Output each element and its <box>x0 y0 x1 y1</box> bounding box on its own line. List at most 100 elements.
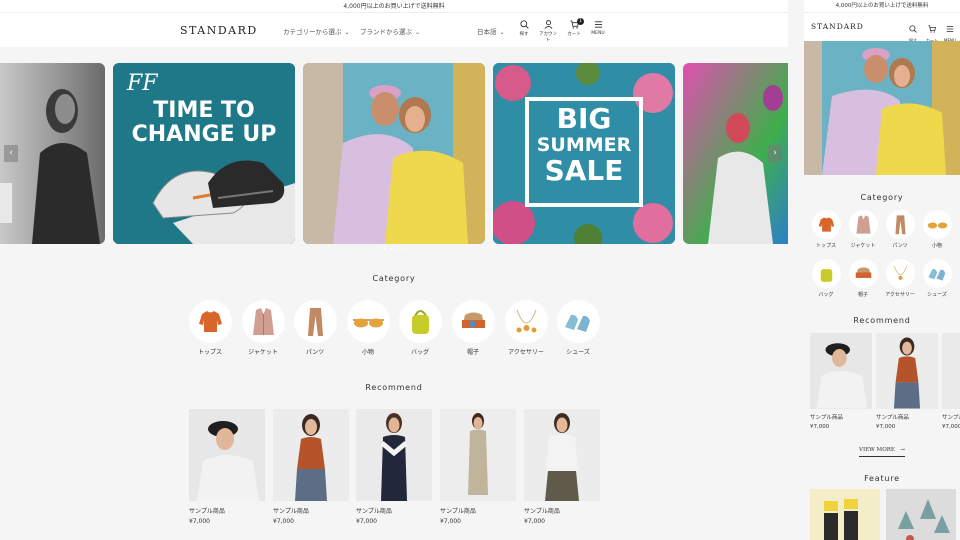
product-name: サンプル商品 <box>356 508 392 515</box>
language-selector[interactable]: 日本語 ⌄ <box>477 26 505 36</box>
account-label: アカウント <box>539 32 557 43</box>
sneakers-line2: CHANGE UP <box>131 122 277 147</box>
mobile-category-item-accessory[interactable]: アクセサリー <box>885 259 915 298</box>
mobile-hero-slide-couple[interactable] <box>804 41 960 175</box>
product-name: サンプル商品 <box>524 508 560 515</box>
mobile-category-item-jacket[interactable]: ジャケット <box>848 210 878 249</box>
product-card[interactable]: サンプル商品 ¥7,000 <box>356 409 432 525</box>
hamburger-icon <box>594 21 602 28</box>
category-item-hat[interactable]: 帽子 <box>451 300 495 356</box>
product-price: ¥7,000 <box>273 518 294 525</box>
hat-icon <box>451 300 495 343</box>
cart-icon <box>928 25 936 33</box>
nav-category-dropdown[interactable]: カテゴリーから選ぶ ⌄ <box>283 26 350 36</box>
mobile-category-item-tops[interactable]: トップス <box>811 210 841 249</box>
category-label: ジャケット <box>248 349 278 356</box>
feature-card[interactable] <box>810 489 880 540</box>
product-price: ¥7,000 <box>810 424 830 430</box>
tops-icon <box>188 300 232 343</box>
recommend-title: Recommend <box>365 383 423 392</box>
product-image <box>876 333 938 409</box>
feature-card[interactable] <box>886 489 956 540</box>
feature-image <box>898 499 950 540</box>
mobile-header: STANDARD 探す カート MENU <box>804 13 960 43</box>
nav-brand-dropdown[interactable]: ブランドから選ぶ ⌄ <box>360 26 420 36</box>
product-name: サンプル商品 <box>189 508 225 515</box>
product-price: ¥7,000 <box>942 424 960 430</box>
category-label: パンツ <box>305 349 325 356</box>
product-card[interactable]: サンプル商品 ¥7,000 <box>189 409 265 525</box>
category-item-jacket[interactable]: ジャケット <box>241 300 285 356</box>
slider-next-button[interactable]: › <box>768 145 782 162</box>
category-label: バッグ <box>410 349 429 356</box>
category-label: パンツ <box>892 243 908 249</box>
category-label: 帽子 <box>466 349 479 356</box>
mobile-category-item-hat[interactable]: 帽子 <box>848 259 878 298</box>
category-item-pants[interactable]: パンツ <box>293 300 337 356</box>
product-image <box>524 409 600 501</box>
category-label: 小物 <box>931 243 942 249</box>
sale-line1: BIG <box>556 102 612 135</box>
mobile-category-item-accessories-small[interactable]: 小物 <box>922 210 952 249</box>
hero-slider: FF TIME TO CHANGE UP BIG SUMMER SALE <box>0 63 788 244</box>
shoes-icon <box>922 259 952 288</box>
nav-category-label: カテゴリーから選ぶ <box>283 28 342 36</box>
menu-label: MENU <box>591 31 605 36</box>
desktop-view: 4,000円以上のお買い上げで送料無料 STANDARD カテゴリーから選ぶ ⌄ … <box>0 0 788 540</box>
slider-dot[interactable] <box>390 247 393 250</box>
product-price: ¥7,000 <box>876 424 896 430</box>
mobile-category-item-bag[interactable]: バッグ <box>811 259 841 298</box>
cart-count-badge: 1 <box>577 18 584 25</box>
slider-dot[interactable] <box>404 247 407 250</box>
category-item-accessory[interactable]: アクセサリー <box>504 300 548 356</box>
mobile-product-card[interactable]: サンプル商品 ¥7,000 <box>876 333 938 430</box>
account-button[interactable]: アカウント <box>537 20 559 43</box>
product-card[interactable]: サンプル商品 ¥7,000 <box>273 409 349 525</box>
cart-button[interactable]: 1 カート <box>563 18 585 37</box>
mobile-category-item-pants[interactable]: パンツ <box>885 210 915 249</box>
hero-slide-sneakers[interactable]: FF TIME TO CHANGE UP <box>113 63 295 244</box>
sneakers-headline: TIME TO CHANGE UP <box>113 99 295 147</box>
category-label: アクセサリー <box>508 349 544 356</box>
mobile-product-card[interactable]: サンプル商品 ¥7,000 <box>942 333 960 430</box>
view-more-link[interactable]: VIEW MORE → <box>859 447 905 457</box>
jacket-icon <box>848 210 878 239</box>
search-button[interactable]: 探す <box>513 20 535 37</box>
product-price: ¥7,000 <box>440 518 461 525</box>
slider-dot[interactable] <box>397 247 400 250</box>
hero-slide-summer-sale[interactable]: BIG SUMMER SALE <box>493 63 675 244</box>
mobile-site-logo[interactable]: STANDARD <box>811 22 864 31</box>
product-card[interactable]: サンプル商品 ¥7,000 <box>440 409 516 525</box>
category-label: シューズ <box>566 349 590 356</box>
language-label: 日本語 <box>477 28 497 36</box>
mobile-menu-button[interactable]: MENU <box>942 18 958 43</box>
announcement-bar: 4,000円以上のお買い上げで送料無料 <box>0 0 788 13</box>
pants-icon <box>885 210 915 239</box>
sunglasses-icon <box>922 210 952 239</box>
product-image <box>942 333 960 409</box>
category-item-tops[interactable]: トップス <box>188 300 232 356</box>
product-name: サンプル商品 <box>810 415 843 421</box>
site-logo[interactable]: STANDARD <box>180 24 258 37</box>
hero-slide-couple[interactable] <box>303 63 485 244</box>
mobile-product-card[interactable]: サンプル商品 ¥7,000 <box>810 333 872 430</box>
slider-dots <box>383 235 411 254</box>
user-icon <box>544 20 552 29</box>
pants-icon <box>293 300 337 343</box>
couple-image <box>303 63 485 244</box>
category-item-accessories-small[interactable]: 小物 <box>346 300 390 356</box>
product-name: サンプル商品 <box>273 508 309 515</box>
category-label: 帽子 <box>857 292 868 298</box>
product-card[interactable]: サンプル商品 ¥7,000 <box>524 409 600 525</box>
slider-dot[interactable] <box>383 247 386 250</box>
category-item-shoes[interactable]: シューズ <box>556 300 600 356</box>
chevron-down-icon: ⌄ <box>415 29 421 36</box>
category-label: トップス <box>815 243 836 249</box>
category-item-bag[interactable]: バッグ <box>398 300 442 356</box>
bag-icon <box>811 259 841 288</box>
slider-prev-button[interactable]: ‹ <box>4 145 18 162</box>
sunglasses-icon <box>346 300 390 343</box>
mobile-announcement-bar: 4,000円以上のお買い上げで送料無料 <box>804 0 960 13</box>
mobile-category-item-shoes[interactable]: シューズ <box>922 259 952 298</box>
menu-button[interactable]: MENU <box>587 20 609 36</box>
